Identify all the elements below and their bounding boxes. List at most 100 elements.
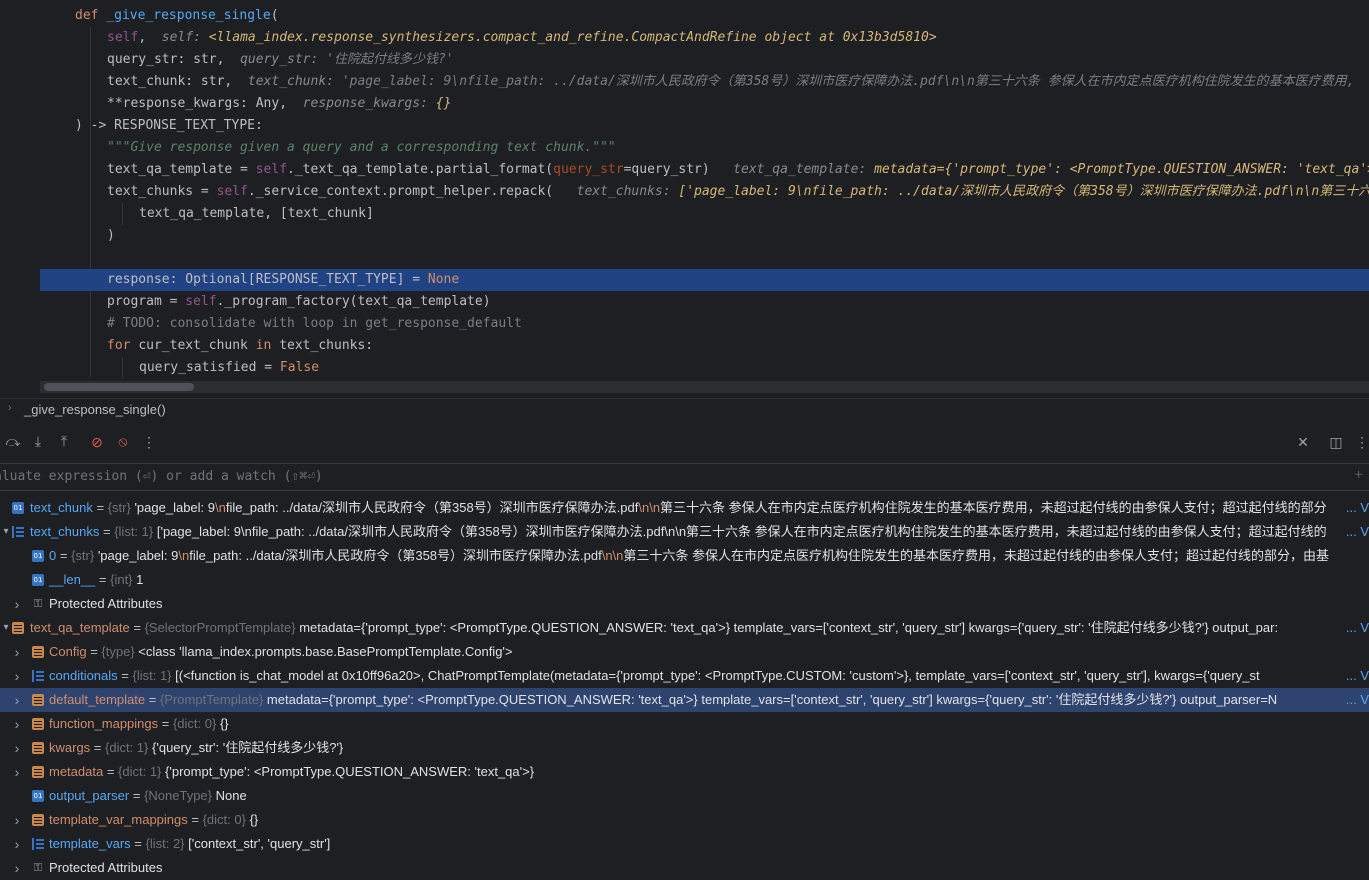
inline-debug-value: text_qa_template: [725, 162, 875, 177]
variable-row[interactable]: › function_mappings = {dict: 0} {} [0, 712, 1369, 736]
view-more-link[interactable]: ... V [1343, 496, 1369, 520]
step-out-icon[interactable]: ⤒ [54, 433, 74, 453]
equals-sign: = [92, 500, 108, 515]
code-editor[interactable]: def _give_response_single(self, self: <l… [0, 0, 1369, 398]
breadcrumb[interactable]: › _give_response_single() [0, 398, 1369, 421]
chevron-right-icon[interactable]: › [11, 856, 23, 880]
variable-row[interactable]: › kwargs = {dict: 1} {'query_str': '住院起付线… [0, 736, 1369, 760]
code-line[interactable]: program = self._program_factory(text_qa_… [0, 291, 1369, 313]
variable-value: 'page_label: 9 [134, 500, 216, 515]
chevron-right-icon[interactable]: › [11, 760, 23, 784]
horizontal-scrollbar-thumb[interactable] [44, 383, 194, 391]
code-token: , [216, 52, 241, 67]
escape-sequence: \n\n [638, 500, 661, 515]
code-line[interactable]: query_str: str, query_str: '住院起付线多少钱?' [0, 49, 1369, 71]
chevron-right-icon[interactable]: › [11, 736, 23, 760]
variable-row[interactable]: 01 output_parser = {NoneType} None [0, 784, 1369, 808]
close-icon[interactable]: ✕ [1293, 433, 1313, 453]
evaluate-expression-bar[interactable]: aluate expression (⏎) or add a watch (⇧⌘… [0, 463, 1369, 491]
more-vertical-icon[interactable]: ⋮ [1352, 433, 1369, 453]
view-breakpoints-icon[interactable]: ⊘ [87, 433, 107, 453]
variables-tree[interactable]: 01 text_chunk = {str} 'page_label: 9\nfil… [0, 496, 1369, 876]
code-line[interactable] [0, 247, 1369, 269]
code-line[interactable]: text_qa_template, [text_chunk] [0, 203, 1369, 225]
equals-sign: = [129, 788, 145, 803]
code-line[interactable]: self, self: <llama_index.response_synthe… [0, 27, 1369, 49]
code-token: ._program_factory(text_qa_template) [216, 294, 491, 309]
code-token: cur_text_chunk [138, 338, 256, 353]
chevron-right-icon[interactable]: › [11, 640, 23, 664]
inline-debug-value: ['page_label: 9\nfile_path: ../data/深圳市人… [678, 184, 1369, 199]
code-line[interactable]: ) [0, 225, 1369, 247]
variable-row[interactable]: 01 0 = {str} 'page_label: 9\nfile_path: .… [0, 544, 1369, 568]
chevron-right-icon[interactable]: › [11, 808, 23, 832]
chevron-right-icon[interactable]: › [11, 664, 23, 688]
variable-row[interactable]: › Config = {type} <class 'llama_index.pro… [0, 640, 1369, 664]
code-token: program = [107, 294, 186, 309]
variable-value: [(<function is_chat_model at 0x10ff96a20… [175, 668, 1260, 683]
code-line[interactable]: for cur_text_chunk in text_chunks: [0, 335, 1369, 357]
code-text: query_str: str, query_str: '住院起付线多少钱?' [107, 49, 454, 71]
view-more-link[interactable]: ... V [1343, 616, 1369, 640]
equals-sign: = [56, 548, 72, 563]
code-token: text_qa_template = [107, 162, 256, 177]
variable-row[interactable]: ▾ text_chunks = {list: 1} ['page_label: 9… [0, 520, 1369, 544]
code-line[interactable]: text_chunk: str, text_chunk: 'page_label… [0, 71, 1369, 93]
code-token: self [255, 162, 288, 177]
variable-row[interactable]: 01 text_chunk = {str} 'page_label: 9\nfil… [0, 496, 1369, 520]
code-line[interactable]: **response_kwargs: Any, response_kwargs:… [0, 93, 1369, 115]
code-line[interactable]: query_satisfied = False [0, 357, 1369, 379]
code-line[interactable]: text_chunks = self._service_context.prom… [0, 181, 1369, 203]
add-watch-icon[interactable]: + [1355, 467, 1363, 484]
variable-row[interactable]: › metadata = {dict: 1} {'prompt_type': <P… [0, 760, 1369, 784]
code-token: self [185, 294, 217, 309]
equals-sign: = [95, 572, 111, 587]
lock-icon: ⚿ [33, 598, 43, 610]
equals-sign: = [86, 644, 102, 659]
evaluate-input[interactable]: aluate expression (⏎) or add a watch (⇧⌘… [0, 469, 323, 484]
variable-value: ['page_label: 9\nfile_path: ../data/深圳市人… [156, 524, 1327, 539]
variable-row[interactable]: ▾ text_qa_template = {SelectorPromptTempl… [0, 616, 1369, 640]
variable-type: {list: 2} [145, 836, 185, 851]
variable-row[interactable]: › template_vars = {list: 2} ['context_str… [0, 832, 1369, 856]
view-more-link[interactable]: ... V [1343, 664, 1369, 688]
variable-content: text_chunks = {list: 1} ['page_label: 9\… [30, 520, 1327, 544]
inline-debug-value: text_chunk: [247, 74, 342, 89]
variable-row[interactable]: › ⚿ Protected Attributes [0, 856, 1369, 880]
more-icon[interactable]: ⋮ [139, 433, 159, 453]
view-more-link[interactable]: ... V [1343, 520, 1369, 544]
variable-name: text_qa_template [30, 620, 130, 635]
variable-type: {str} [71, 548, 95, 563]
horizontal-scrollbar-track[interactable] [40, 381, 1369, 393]
variable-type: {type} [101, 644, 135, 659]
chevron-right-icon[interactable]: › [11, 688, 23, 712]
variable-row[interactable]: › default_template = {PromptTemplate} met… [0, 688, 1369, 712]
chevron-right-icon[interactable]: › [11, 712, 23, 736]
variable-row[interactable]: › template_var_mappings = {dict: 0} {} [0, 808, 1369, 832]
variable-row[interactable]: › ⚿ Protected Attributes [0, 592, 1369, 616]
code-line[interactable]: response: Optional[RESPONSE_TEXT_TYPE] =… [40, 269, 1369, 291]
primitive-value-icon: 01 [32, 550, 44, 562]
view-more-link[interactable]: ... V [1343, 688, 1369, 712]
layout-icon[interactable]: ◫ [1326, 433, 1346, 453]
chevron-down-icon[interactable]: ▾ [0, 520, 12, 544]
code-line[interactable]: ) -> RESPONSE_TEXT_TYPE: [0, 115, 1369, 137]
step-over-icon[interactable]: ⤼ [3, 433, 23, 453]
inline-debug-value: '住院起付线多少钱?' [326, 52, 454, 67]
variable-row[interactable]: 01 __len__ = {int} 1 [0, 568, 1369, 592]
mute-breakpoints-icon[interactable]: ⦸ [113, 433, 133, 453]
chevron-down-icon[interactable]: ▾ [0, 616, 12, 640]
variable-value: None [215, 788, 247, 803]
chevron-right-icon[interactable]: › [11, 832, 23, 856]
code-line[interactable]: """Give response given a query and a cor… [0, 137, 1369, 159]
code-line[interactable]: def _give_response_single( [0, 5, 1369, 27]
step-into-icon[interactable]: ⤓ [28, 433, 48, 453]
escape-sequence: \n [215, 500, 226, 515]
code-line[interactable]: text_qa_template = self._text_qa_templat… [0, 159, 1369, 181]
variable-name: text_chunks [30, 524, 100, 539]
code-line[interactable]: # TODO: consolidate with loop in get_res… [0, 313, 1369, 335]
code-token: , [279, 96, 303, 111]
variable-row[interactable]: › conditionals = {list: 1} [(<function is… [0, 664, 1369, 688]
breadcrumb-function[interactable]: _give_response_single() [24, 402, 166, 417]
chevron-right-icon[interactable]: › [11, 592, 23, 616]
